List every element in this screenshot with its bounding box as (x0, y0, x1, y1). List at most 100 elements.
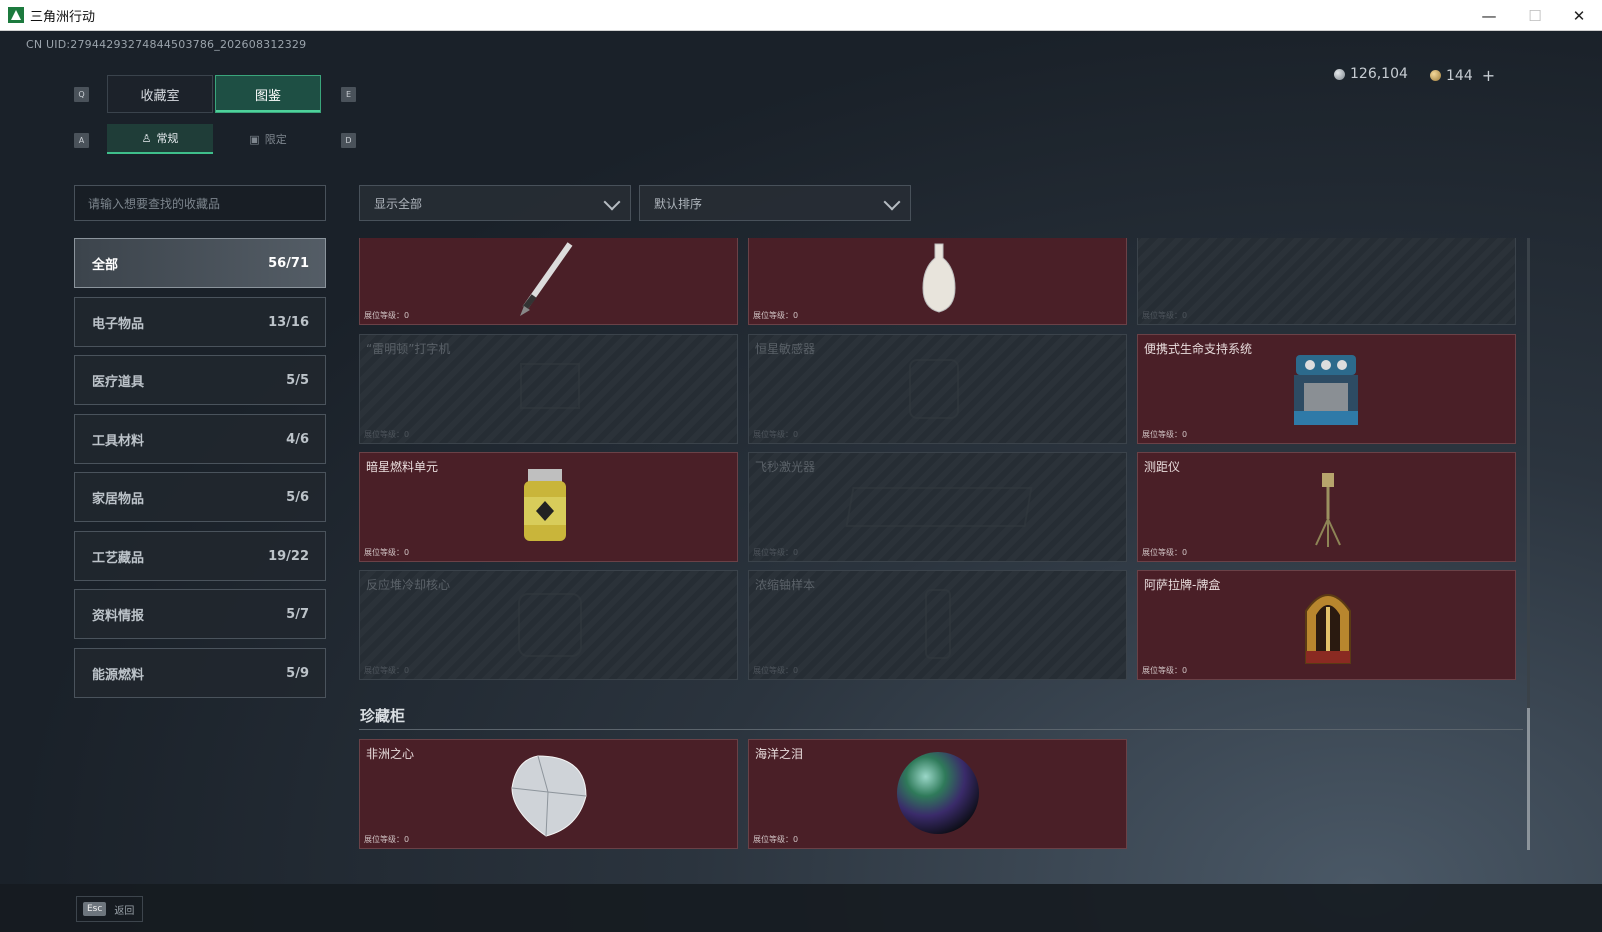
category-count: 13/16 (268, 314, 309, 330)
token-balance: 144 + (1430, 66, 1495, 85)
category-household[interactable]: 家居物品 5/6 (74, 472, 326, 522)
item-card[interactable]: 便携式生命支持系统 展位等级：0 (1137, 334, 1516, 444)
app-logo-icon (8, 7, 24, 23)
maximize-button[interactable]: ☐ (1512, 0, 1558, 31)
category-count: 5/9 (286, 665, 309, 681)
item-level: 展位等级：0 (1142, 666, 1188, 675)
key-hint-e: E (341, 87, 356, 102)
coin-amount: 126,104 (1350, 66, 1408, 82)
category-count: 5/6 (286, 489, 309, 505)
search-input[interactable]: 请输入想要查找的收藏品 (74, 185, 326, 221)
item-level: 展位等级：0 (364, 548, 410, 557)
item-card[interactable]: 暗星燃料单元 展位等级：0 (359, 452, 738, 562)
item-card[interactable]: 测距仪 展位等级：0 (1137, 452, 1516, 562)
item-name: 阿萨拉牌-牌盒 (1144, 578, 1221, 592)
key-hint-a: A (74, 133, 89, 148)
subtab-limited[interactable]: ▣ 限定 (215, 124, 321, 154)
item-name: 测距仪 (1144, 460, 1181, 474)
token-icon (1430, 70, 1441, 81)
category-count: 4/6 (286, 431, 309, 447)
close-button[interactable]: ✕ (1556, 0, 1602, 31)
item-card[interactable]: 展位等级：0 (748, 238, 1127, 325)
category-count: 5/7 (286, 606, 309, 622)
item-card-locked[interactable]: “雷明顿”打字机 展位等级：0 (359, 334, 738, 444)
chevron-down-icon (883, 193, 901, 211)
item-name: “雷明顿”打字机 (366, 342, 451, 356)
item-level: 展位等级：0 (364, 430, 410, 439)
subtab-regular-label: 常规 (156, 132, 179, 145)
category-label: 资料情报 (92, 608, 145, 624)
diamond-icon (511, 755, 587, 837)
add-token-button[interactable]: + (1482, 66, 1495, 85)
coin-balance: 126,104 (1334, 66, 1408, 82)
uranium-icon (925, 589, 951, 659)
item-name: 海洋之泪 (755, 747, 804, 761)
item-name: 反应堆冷却核心 (366, 578, 451, 592)
subtab-limited-label: 限定 (264, 133, 287, 146)
item-card[interactable]: 阿萨拉牌-牌盒 展位等级：0 (1137, 570, 1516, 680)
item-level: 展位等级：0 (1142, 311, 1188, 320)
typewriter-icon (520, 363, 580, 409)
display-filter-value: 显示全部 (374, 196, 423, 211)
pearl-icon (897, 752, 979, 834)
key-hint-q: Q (74, 87, 89, 102)
vase-icon (922, 243, 956, 313)
category-tools[interactable]: 工具材料 4/6 (74, 414, 326, 464)
item-card-locked[interactable]: 浓缩铀样本 展位等级：0 (748, 570, 1127, 680)
coin-icon (1334, 68, 1345, 80)
category-count: 19/22 (268, 548, 309, 564)
item-name: 恒星敏感器 (755, 342, 816, 356)
category-electronics[interactable]: 电子物品 13/16 (74, 297, 326, 347)
item-card[interactable]: 展位等级：0 (359, 238, 738, 325)
token-amount: 144 (1446, 67, 1473, 84)
category-medical[interactable]: 医疗道具 5/5 (74, 355, 326, 405)
grid-scrollbar-thumb[interactable] (1527, 708, 1530, 850)
item-name: 便携式生命支持系统 (1144, 342, 1253, 356)
card-box-icon (1305, 594, 1351, 664)
cabinet-section-title: 珍藏柜 (360, 707, 406, 725)
cabinet-item-card[interactable]: 海洋之泪 展位等级：0 (748, 739, 1127, 849)
category-label: 能源燃料 (92, 667, 145, 683)
reactor-core-icon (518, 593, 582, 657)
item-level: 展位等级：0 (364, 835, 410, 844)
category-count: 5/5 (286, 372, 309, 388)
image-icon: ▣ (249, 132, 260, 146)
sort-dropdown[interactable]: 默认排序 (639, 185, 911, 221)
item-name: 非洲之心 (366, 747, 415, 761)
category-label: 电子物品 (92, 316, 145, 332)
item-level: 展位等级：0 (364, 311, 410, 320)
laser-icon (845, 487, 1033, 527)
subtab-regular[interactable]: ♙ 常规 (107, 124, 213, 154)
item-level: 展位等级：0 (1142, 430, 1188, 439)
category-all[interactable]: 全部 56/71 (74, 238, 326, 288)
tab-codex[interactable]: 图鉴 (215, 75, 321, 113)
sort-value: 默认排序 (654, 196, 703, 211)
player-uid: CN UID:2794429327484450378​6_20260831232… (26, 38, 307, 51)
key-hint-d: D (341, 133, 356, 148)
esc-key-badge: Esc (83, 902, 107, 916)
pen-icon (520, 242, 573, 316)
item-card-locked[interactable]: 恒星敏感器 展位等级：0 (748, 334, 1127, 444)
minimize-button[interactable]: — (1466, 0, 1512, 31)
chevron-down-icon (603, 193, 621, 211)
section-divider (359, 729, 1523, 730)
display-filter-dropdown[interactable]: 显示全部 (359, 185, 631, 221)
item-card-locked[interactable]: 飞秒激光器 展位等级：0 (748, 452, 1127, 562)
category-label: 医疗道具 (92, 374, 145, 390)
item-card-locked[interactable]: 展位等级：0 (1137, 238, 1516, 325)
item-level: 展位等级：0 (753, 835, 799, 844)
category-energy[interactable]: 能源燃料 5/9 (74, 648, 326, 698)
item-level: 展位等级：0 (364, 666, 410, 675)
back-button[interactable]: Esc 返回 (76, 896, 144, 922)
item-level: 展位等级：0 (753, 548, 799, 557)
life-support-icon (1294, 355, 1358, 425)
category-crafts[interactable]: 工艺藏品 19/22 (74, 531, 326, 581)
item-level: 展位等级：0 (753, 666, 799, 675)
flask-icon: ♙ (141, 131, 152, 145)
category-label: 全部 (92, 257, 119, 273)
tab-collection-room[interactable]: 收藏室 (107, 75, 213, 113)
item-name: 暗星燃料单元 (366, 460, 439, 474)
cabinet-item-card[interactable]: 非洲之心 展位等级：0 (359, 739, 738, 849)
item-card-locked[interactable]: 反应堆冷却核心 展位等级：0 (359, 570, 738, 680)
category-intel[interactable]: 资料情报 5/7 (74, 589, 326, 639)
